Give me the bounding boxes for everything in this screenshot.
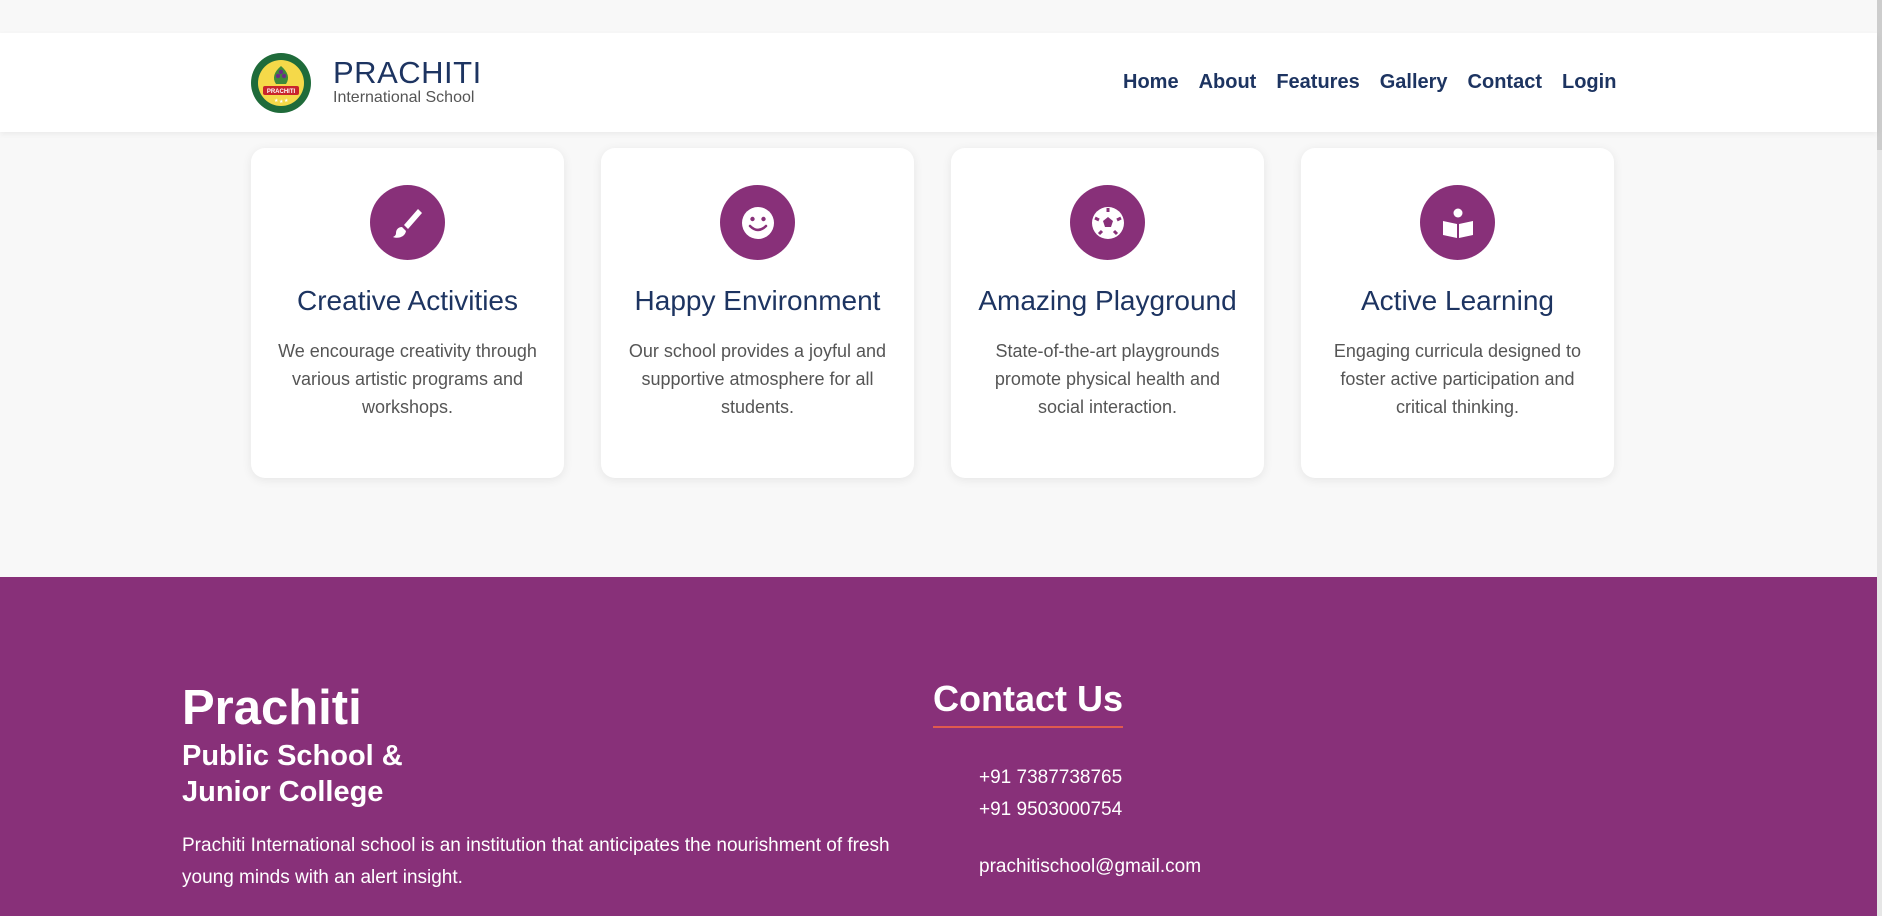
svg-text:PRACHITI: PRACHITI <box>267 89 296 95</box>
svg-text:★: ★ <box>284 98 289 104</box>
site-header: PRACHITI ★ ★ ★ PRACHITI International Sc… <box>0 33 1877 132</box>
feature-card-learning: Active Learning Engaging curricula desig… <box>1301 148 1614 478</box>
tagline-line-2: Junior College <box>182 776 384 808</box>
nav-login-link[interactable]: Login <box>1562 71 1616 94</box>
page-scrollbar[interactable] <box>1877 0 1882 916</box>
contact-phone-1[interactable]: +91 7387738765 <box>979 767 1122 789</box>
feature-card-happy: Happy Environment Our school provides a … <box>601 148 914 478</box>
footer-description: Prachiti International school is an inst… <box>182 835 890 888</box>
brand-title[interactable]: PRACHITI <box>333 55 482 91</box>
footer-school-name: Prachiti <box>182 681 362 735</box>
nav-home-link[interactable]: Home <box>1123 71 1179 94</box>
nav-contact-link[interactable]: Contact <box>1468 71 1542 94</box>
feature-card-creative: Creative Activities We encourage creativ… <box>251 148 564 478</box>
smile-icon <box>720 185 795 260</box>
tagline-line-1: Public School & <box>182 740 403 772</box>
nav-gallery-link[interactable]: Gallery <box>1380 71 1448 94</box>
paintbrush-icon <box>370 185 445 260</box>
book-reader-icon <box>1420 185 1495 260</box>
scrollbar-thumb[interactable] <box>1877 0 1882 150</box>
nav-features-link[interactable]: Features <box>1276 71 1359 94</box>
main-nav: Home About Features Gallery Contact Logi… <box>1123 71 1616 94</box>
contact-heading: Contact Us <box>933 678 1124 728</box>
feature-description: Engaging curricula designed to foster ac… <box>1333 341 1582 417</box>
site-footer: Prachiti Public School & Junior College … <box>0 577 1877 916</box>
contact-email[interactable]: prachitischool@gmail.com <box>979 856 1201 878</box>
brand-subtitle: International School <box>333 89 475 106</box>
feature-description: State-of-the-art playgrounds promote phy… <box>994 341 1221 417</box>
footer-school-tagline: Public School & Junior College <box>182 738 602 810</box>
feature-card-playground: Amazing Playground State-of-the-art play… <box>951 148 1264 478</box>
feature-title: Amazing Playground <box>978 285 1237 316</box>
feature-description: Our school provides a joyful and support… <box>628 341 887 417</box>
school-logo[interactable]: PRACHITI ★ ★ ★ <box>250 52 312 114</box>
contact-phone-2[interactable]: +91 9503000754 <box>979 799 1122 821</box>
feature-title: Happy Environment <box>634 285 881 316</box>
football-icon <box>1070 185 1145 260</box>
feature-description: We encourage creativity through various … <box>278 341 537 417</box>
feature-title: Active Learning <box>1360 285 1554 316</box>
nav-about-link[interactable]: About <box>1199 71 1257 94</box>
feature-title: Creative Activities <box>297 285 518 316</box>
